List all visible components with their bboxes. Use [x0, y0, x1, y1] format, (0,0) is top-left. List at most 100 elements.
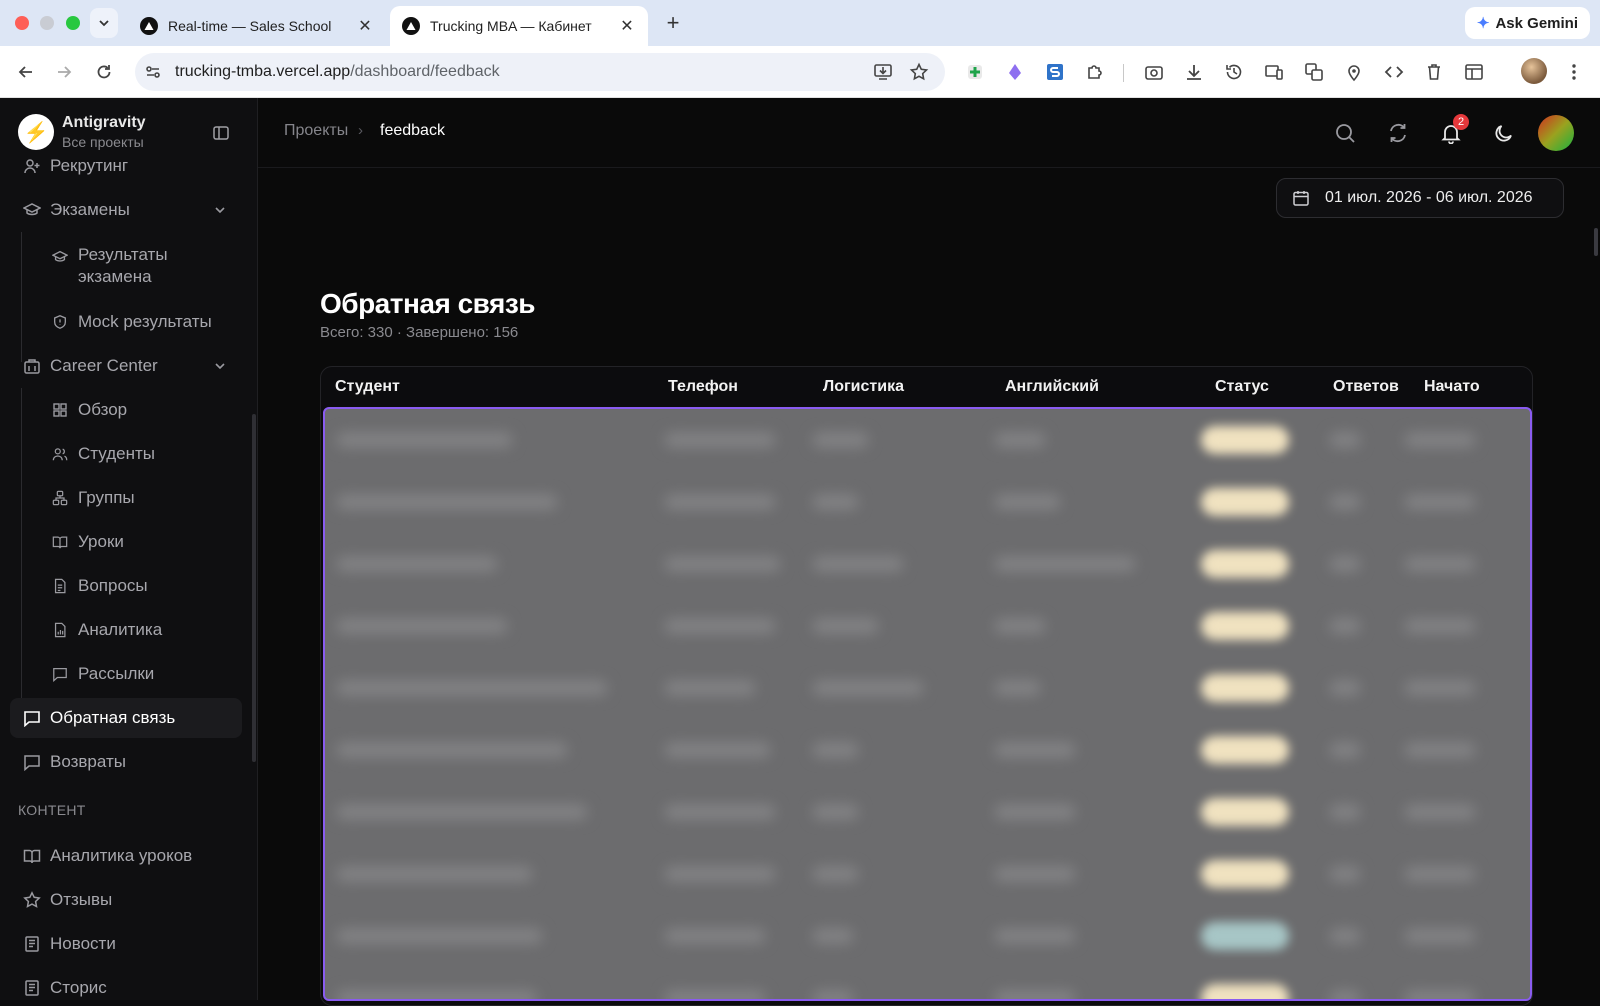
history-icon[interactable] [1222, 60, 1246, 84]
table-row[interactable] [325, 657, 1530, 720]
refresh-icon[interactable] [1385, 120, 1411, 146]
column-header-started[interactable]: Начато [1424, 378, 1480, 396]
tab-search-button[interactable] [90, 8, 118, 38]
forward-button[interactable] [50, 58, 78, 86]
obscured-cell [337, 867, 532, 881]
extension-s-icon[interactable] [1043, 60, 1067, 84]
sidebar-item-stories[interactable]: Сторис [10, 968, 242, 1000]
sidebar-scrollbar[interactable] [252, 414, 256, 762]
sidebar-item-feedback[interactable]: Обратная связь [10, 698, 242, 738]
reload-button[interactable] [90, 58, 118, 86]
table-row[interactable] [325, 967, 1530, 999]
table-row[interactable] [325, 843, 1530, 906]
chevron-down-icon [210, 356, 230, 376]
status-badge [1201, 984, 1289, 999]
table-row[interactable] [325, 905, 1530, 968]
breadcrumb-separator: › [358, 122, 363, 139]
sidebar-item-recruiting[interactable]: Рекрутинг [10, 156, 242, 186]
table-body-obscured[interactable] [323, 407, 1532, 1001]
sidebar-item-mailings[interactable]: Рассылки [38, 654, 238, 694]
page-summary: Всего: 330 · Завершено: 156 [320, 324, 519, 341]
user-avatar[interactable] [1538, 115, 1574, 151]
address-bar[interactable]: trucking-tmba.vercel.app/dashboard/feedb… [135, 53, 945, 91]
sidebar-item-lesson-analytics[interactable]: Аналитика уроков [10, 836, 242, 876]
screenshot-icon[interactable] [1142, 60, 1166, 84]
table-row[interactable] [325, 471, 1530, 534]
obscured-cell [337, 557, 497, 571]
bookmark-star-icon[interactable] [909, 62, 929, 82]
browser-tab-trucking-mba[interactable]: Trucking MBA — Кабинет ✕ [390, 6, 648, 46]
obscured-cell [813, 619, 878, 633]
table-row[interactable] [325, 781, 1530, 844]
table-row[interactable] [325, 533, 1530, 596]
download-icon[interactable] [1182, 60, 1206, 84]
sidebar-toggle-icon[interactable] [210, 122, 232, 144]
table-row[interactable] [325, 719, 1530, 782]
browser-tab-sales-school[interactable]: Real-time — Sales School ✕ [128, 6, 386, 46]
main-scrollbar[interactable] [1594, 228, 1598, 256]
location-pin-icon[interactable] [1342, 60, 1366, 84]
obscured-cell [337, 805, 587, 819]
close-icon[interactable]: ✕ [356, 17, 374, 35]
sidebar-item-news[interactable]: Новости [10, 924, 242, 964]
window-close-button[interactable] [15, 16, 29, 30]
arrow-left-icon [18, 66, 32, 78]
column-header-answers[interactable]: Ответов [1333, 378, 1399, 396]
browser-profile-avatar[interactable] [1521, 58, 1547, 84]
table-row[interactable] [325, 595, 1530, 658]
column-header-student[interactable]: Студент [335, 378, 400, 396]
trash-icon[interactable] [1422, 60, 1446, 84]
sidebar-item-exam-results[interactable]: Результаты экзамена [38, 236, 238, 296]
translate-icon[interactable] [1302, 60, 1326, 84]
status-badge [1201, 798, 1289, 826]
date-range-picker[interactable]: 01 июл. 2026 - 06 июл. 2026 [1276, 178, 1564, 218]
table-row[interactable] [325, 409, 1530, 472]
sidebar-item-students[interactable]: Студенты [38, 434, 238, 474]
sidebar-item-reviews[interactable]: Отзывы [10, 880, 242, 920]
page-title: Обратная связь [320, 288, 535, 319]
search-icon[interactable] [1332, 120, 1358, 146]
code-icon[interactable] [1382, 60, 1406, 84]
column-header-english[interactable]: Английский [1005, 378, 1099, 396]
side-panel-icon[interactable] [1462, 60, 1486, 84]
sidebar-item-exams[interactable]: Экзамены [10, 190, 242, 230]
kebab-menu-icon[interactable] [1562, 60, 1586, 84]
new-tab-button[interactable]: + [660, 10, 686, 36]
obscured-cell [1330, 805, 1360, 819]
sidebar-item-career-center[interactable]: Career Center [10, 346, 242, 386]
puzzle-extensions-icon[interactable] [1083, 60, 1107, 84]
obscured-cell [665, 805, 775, 819]
sidebar-item-mock-results[interactable]: Mock результаты [38, 302, 238, 342]
sidebar-item-analytics[interactable]: Аналитика [38, 610, 238, 650]
extension-green-plus-icon[interactable] [963, 60, 987, 84]
sidebar-item-overview[interactable]: Обзор [38, 390, 238, 430]
sidebar-item-lessons[interactable]: Уроки [38, 522, 238, 562]
column-header-status[interactable]: Статус [1215, 378, 1269, 396]
browser-toolbar: trucking-tmba.vercel.app/dashboard/feedb… [0, 46, 1600, 98]
ask-gemini-button[interactable]: ✦ Ask Gemini [1464, 7, 1590, 39]
sidebar-item-label: Обзор [78, 400, 128, 419]
sidebar-item-refunds[interactable]: Возвраты [10, 742, 242, 782]
back-button[interactable] [12, 58, 40, 86]
obscured-cell [813, 743, 858, 757]
extension-crystal-icon[interactable] [1003, 60, 1027, 84]
obscured-cell [995, 743, 1075, 757]
obscured-cell [337, 433, 512, 447]
gemini-sparkle-icon: ✦ [1476, 15, 1490, 32]
breadcrumb-projects[interactable]: Проекты [284, 122, 348, 140]
sidebar-item-label: Новости [50, 934, 116, 953]
sidebar-item-questions[interactable]: Вопросы [38, 566, 238, 606]
obscured-cell [995, 557, 1135, 571]
obscured-cell [337, 619, 507, 633]
devices-icon[interactable] [1262, 60, 1286, 84]
window-zoom-button[interactable] [66, 16, 80, 30]
message-square-icon [50, 664, 70, 684]
moon-theme-icon[interactable] [1491, 120, 1517, 146]
close-icon[interactable]: ✕ [618, 17, 636, 35]
sidebar-item-groups[interactable]: Группы [38, 478, 238, 518]
site-settings-icon[interactable] [143, 62, 163, 82]
column-header-logistics[interactable]: Логистика [823, 378, 904, 396]
column-header-phone[interactable]: Телефон [668, 378, 738, 396]
install-app-icon[interactable] [873, 62, 893, 82]
window-minimize-button[interactable] [40, 16, 54, 30]
